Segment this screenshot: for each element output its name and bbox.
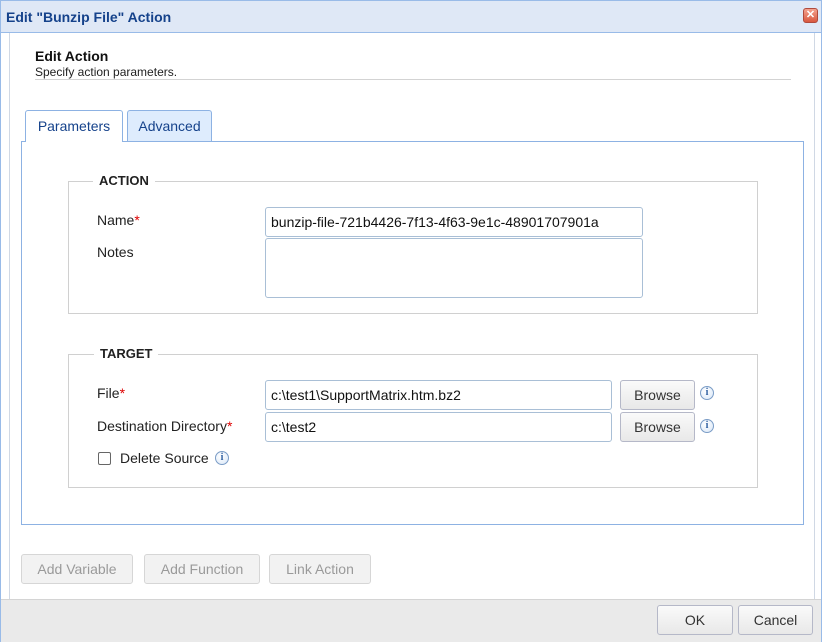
cancel-button[interactable]: Cancel (738, 605, 813, 635)
dialog-title: Edit "Bunzip File" Action (6, 9, 172, 25)
delete-source-checkbox[interactable] (98, 452, 111, 465)
section-subtitle: Specify action parameters. (35, 65, 178, 79)
notes-label: Notes (97, 244, 134, 260)
close-icon[interactable]: ✕ (803, 8, 818, 23)
add-function-button[interactable]: Add Function (144, 554, 260, 584)
parameters-panel: ACTION Name* bunzip-file-721b4426-7f13-4… (21, 141, 804, 525)
add-variable-button[interactable]: Add Variable (21, 554, 133, 584)
notes-textarea[interactable] (265, 238, 643, 298)
required-mark: * (119, 385, 126, 401)
name-input[interactable]: bunzip-file-721b4426-7f13-4f63-9e1c-4890… (265, 207, 643, 237)
dialog-titlebar[interactable]: Edit "Bunzip File" Action ✕ (1, 1, 821, 33)
tab-parameters[interactable]: Parameters (25, 110, 123, 142)
file-info-icon[interactable]: i (700, 386, 714, 400)
destination-browse-button[interactable]: Browse (620, 412, 695, 442)
name-label: Name* (97, 212, 140, 228)
dialog-footer: OK Cancel (1, 599, 821, 642)
destination-directory-input[interactable]: c:\test2 (265, 412, 612, 442)
delete-source-label[interactable]: Delete Source (120, 450, 209, 466)
section-title: Edit Action (35, 48, 109, 64)
tab-advanced[interactable]: Advanced (127, 110, 212, 141)
destination-info-icon[interactable]: i (700, 419, 714, 433)
ok-button[interactable]: OK (657, 605, 733, 635)
edit-action-dialog: Edit "Bunzip File" Action ✕ Edit Action … (0, 0, 822, 642)
delete-source-info-icon[interactable]: i (215, 451, 229, 465)
required-mark: * (226, 418, 233, 434)
destination-directory-label: Destination Directory* (97, 418, 233, 434)
link-action-button[interactable]: Link Action (269, 554, 371, 584)
file-label: File* (97, 385, 126, 401)
action-group-legend: ACTION (93, 173, 155, 188)
target-group-legend: TARGET (94, 346, 159, 361)
file-input[interactable]: c:\test1\SupportMatrix.htm.bz2 (265, 380, 612, 410)
header-divider (35, 79, 791, 80)
file-browse-button[interactable]: Browse (620, 380, 695, 410)
required-mark: * (134, 212, 140, 228)
